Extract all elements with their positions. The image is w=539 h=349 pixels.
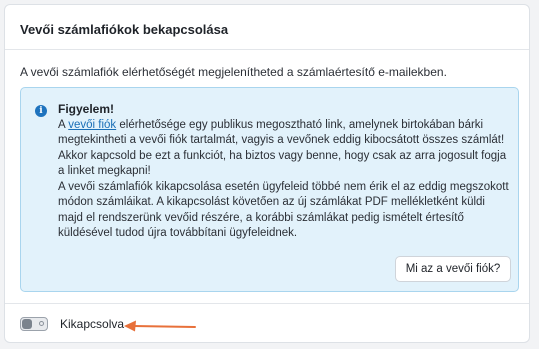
settings-card: Vevői számlafiókok bekapcsolása A vevői …: [4, 4, 530, 343]
footer-divider: [5, 303, 529, 304]
warning-alert: i Figyelem! A vevői fiók elérhetősége eg…: [20, 87, 519, 292]
what-is-customer-account-button[interactable]: Mi az a vevői fiók?: [395, 256, 511, 282]
alert-text-suffix: elérhetősége egy publikus megosztható li…: [58, 118, 507, 178]
alert-paragraph-2: A vevői számlafiók kikapcsolása esetén ü…: [58, 180, 509, 240]
toggle-state-label: Kikapcsolva: [60, 317, 125, 331]
alert-text-prefix: A: [58, 118, 69, 131]
arrow-left-icon: [124, 320, 196, 332]
toggle-knob: [22, 319, 32, 329]
header-divider: [5, 49, 529, 50]
customer-account-link[interactable]: vevői fiók: [68, 119, 116, 131]
card-description: A vevői számlafiók elérhetőségét megjele…: [20, 65, 447, 79]
alert-heading: Figyelem!: [58, 102, 115, 116]
card-title: Vevői számlafiókok bekapcsolása: [20, 22, 229, 37]
alert-paragraph-1: A vevői fiók elérhetősége egy publikus m…: [58, 118, 513, 180]
toggle-off-icon: [39, 320, 44, 326]
alert-body: Figyelem! A vevői fiók elérhetősége egy …: [58, 102, 513, 242]
customer-account-toggle[interactable]: [20, 317, 48, 331]
info-icon: i: [35, 105, 47, 117]
